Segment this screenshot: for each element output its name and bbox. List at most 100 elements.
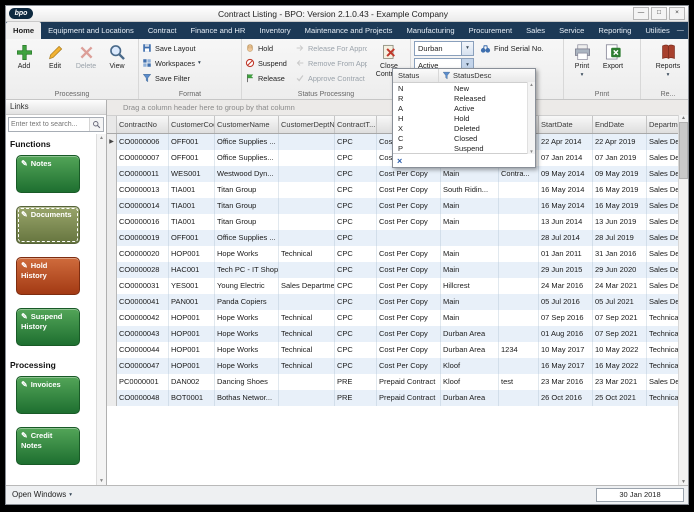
scroll-down-icon[interactable]: ▼ <box>529 149 533 154</box>
column-header-contract-type[interactable]: ContractT... <box>335 116 377 133</box>
table-row[interactable]: CO0000013TIA001Titan GroupCPCCost Per Co… <box>107 182 679 198</box>
table-row[interactable]: CO0000011WES001Westwood Dyn...CPCCost Pe… <box>107 166 679 182</box>
cell-customer-code: OFF001 <box>169 134 215 150</box>
print-button[interactable]: Print ▾ <box>567 41 597 78</box>
documents-button[interactable]: ✎Documents <box>16 206 80 244</box>
mdi-minimize-button[interactable]: — <box>677 27 684 34</box>
site-combo[interactable]: Durban ▾ <box>414 41 474 56</box>
tab-contract[interactable]: Contract <box>141 22 184 39</box>
popup-column-statusdesc[interactable]: StatusDesc <box>439 69 535 82</box>
cell-contract-type: CPC <box>335 326 377 342</box>
status-option-active[interactable]: AActive <box>393 103 535 113</box>
table-row[interactable]: CO0000048BOT0001Bothas Networ...PREPrepa… <box>107 390 679 406</box>
tab-inventory[interactable]: Inventory <box>252 22 297 39</box>
status-option-closed[interactable]: CClosed <box>393 133 535 143</box>
release-button[interactable]: Release <box>245 71 291 85</box>
table-row[interactable]: CO0000014TIA001Titan GroupCPCCost Per Co… <box>107 198 679 214</box>
scroll-up-icon[interactable]: ▲ <box>681 115 686 121</box>
site-combo-dropdown-icon[interactable]: ▾ <box>461 42 473 55</box>
remove-from-approval-button[interactable]: Remove From Approval <box>295 56 367 70</box>
grid-scrollbar[interactable]: ▲ ▼ <box>678 115 688 485</box>
tab-maintenance-and-projects[interactable]: Maintenance and Projects <box>298 22 400 39</box>
clear-filter-button[interactable]: × <box>393 156 402 166</box>
release-for-approval-button[interactable]: Release For Approval <box>295 41 367 55</box>
maximize-button[interactable]: □ <box>651 7 667 20</box>
tab-home[interactable]: Home <box>6 22 41 39</box>
status-option-deleted[interactable]: XDeleted <box>393 123 535 133</box>
suspend-history-button[interactable]: ✎Suspend History <box>16 308 80 346</box>
ribbon-group-status-processing: Hold Suspend Release Release For Approva… <box>242 39 411 99</box>
column-header-department[interactable]: Departm... <box>647 116 679 133</box>
tab-reporting[interactable]: Reporting <box>591 22 638 39</box>
tab-equipment-and-locations[interactable]: Equipment and Locations <box>41 22 141 39</box>
save-filter-button[interactable]: Save Filter <box>142 71 238 85</box>
scroll-down-icon[interactable]: ▼ <box>99 478 104 484</box>
table-row[interactable]: PC0000001DAN002Dancing ShoesPREPrepaid C… <box>107 374 679 390</box>
status-option-new[interactable]: NNew <box>393 83 535 93</box>
notes-button[interactable]: ✎Notes <box>16 155 80 193</box>
scroll-up-icon[interactable]: ▲ <box>529 82 533 87</box>
table-row[interactable]: CO0000016TIA001Titan GroupCPCCost Per Co… <box>107 214 679 230</box>
edit-button[interactable]: Edit <box>40 41 70 71</box>
table-row[interactable]: CO0000020HOP001Hope WorksTechnicalCPCCos… <box>107 246 679 262</box>
table-row[interactable]: CO0000047HOP001Hope WorksTechnicalCPCCos… <box>107 358 679 374</box>
view-button[interactable]: View <box>102 41 132 71</box>
sidebar-scrollbar[interactable]: ▲ ▼ <box>96 134 106 485</box>
cell-contract-no: CO0000047 <box>117 358 169 374</box>
column-header-start-date[interactable]: StartDate <box>539 116 593 133</box>
table-row[interactable]: CO0000042HOP001Hope WorksTechnicalCPCCos… <box>107 310 679 326</box>
delete-button[interactable]: Delete <box>71 41 101 71</box>
tab-sales[interactable]: Sales <box>519 22 552 39</box>
hold-button[interactable]: Hold <box>245 41 291 55</box>
table-row[interactable]: CO0000043HOP001Hope WorksTechnicalCPCCos… <box>107 326 679 342</box>
tab-manufacturing[interactable]: Manufacturing <box>399 22 461 39</box>
cell-customer-code: BOT0001 <box>169 390 215 406</box>
status-option-hold[interactable]: HHold <box>393 113 535 123</box>
column-header-customer-code[interactable]: CustomerCode <box>169 116 215 133</box>
row-indicator <box>107 326 117 342</box>
table-row[interactable]: CO0000028HAC001Tech PC - IT ShopCPCCost … <box>107 262 679 278</box>
search-input[interactable] <box>9 118 89 131</box>
table-row[interactable]: CO0000031YES001Young ElectricSales Depar… <box>107 278 679 294</box>
column-header-customer-name[interactable]: CustomerName <box>215 116 279 133</box>
table-row[interactable]: CO0000044HOP001Hope WorksTechnicalCPCCos… <box>107 342 679 358</box>
tab-procurement[interactable]: Procurement <box>462 22 519 39</box>
export-button[interactable]: Export <box>598 41 628 78</box>
status-option-released[interactable]: RReleased <box>393 93 535 103</box>
cell-site: Durban Area <box>441 326 499 342</box>
workspaces-icon <box>142 58 152 68</box>
column-header-customer-dept-name[interactable]: CustomerDeptName <box>279 116 335 133</box>
scrollbar-thumb[interactable] <box>679 122 688 179</box>
table-row[interactable]: CO0000019OFF001Office Supplies ...CPC28 … <box>107 230 679 246</box>
save-layout-button[interactable]: Save Layout <box>142 41 238 55</box>
hold-history-button[interactable]: ✎Hold History <box>16 257 80 295</box>
close-button[interactable]: × <box>669 7 685 20</box>
ribbon-group-reports: Reports ▾ Re... <box>641 39 689 99</box>
approve-contract-button[interactable]: Approve Contract <box>295 71 367 85</box>
invoices-button[interactable]: ✎Invoices <box>16 376 80 414</box>
row-indicator <box>107 150 117 166</box>
table-row[interactable]: CO0000041PAN001Panda CopiersCPCCost Per … <box>107 294 679 310</box>
reports-button[interactable]: Reports ▾ <box>653 41 683 78</box>
column-header-end-date[interactable]: EndDate <box>593 116 647 133</box>
tab-service[interactable]: Service <box>552 22 591 39</box>
suspend-button[interactable]: Suspend <box>245 56 291 70</box>
scroll-up-icon[interactable]: ▲ <box>99 135 104 141</box>
workspaces-button[interactable]: Workspaces ▾ <box>142 56 238 70</box>
find-serial-button[interactable]: Find Serial No. <box>478 42 546 55</box>
add-button[interactable]: Add <box>9 41 39 71</box>
tab-finance-and-hr[interactable]: Finance and HR <box>184 22 253 39</box>
popup-column-status[interactable]: Status <box>393 69 439 82</box>
row-indicator <box>107 198 117 214</box>
minimize-button[interactable]: — <box>633 7 649 20</box>
open-windows-button[interactable]: Open Windows ▾ <box>6 486 78 504</box>
search-icon[interactable] <box>89 118 103 131</box>
scroll-down-icon[interactable]: ▼ <box>681 479 686 485</box>
popup-scrollbar[interactable]: ▲ ▼ <box>527 82 535 154</box>
tab-utilities[interactable]: Utilities <box>638 22 676 39</box>
credit-notes-button[interactable]: ✎Credit Notes <box>16 427 80 465</box>
status-option-suspend[interactable]: PSuspend <box>393 143 535 153</box>
cell-order-no <box>499 294 539 310</box>
cell-end-date: 07 Sep 2021 <box>593 310 647 326</box>
column-header-contract-no[interactable]: ContractNo <box>117 116 169 133</box>
